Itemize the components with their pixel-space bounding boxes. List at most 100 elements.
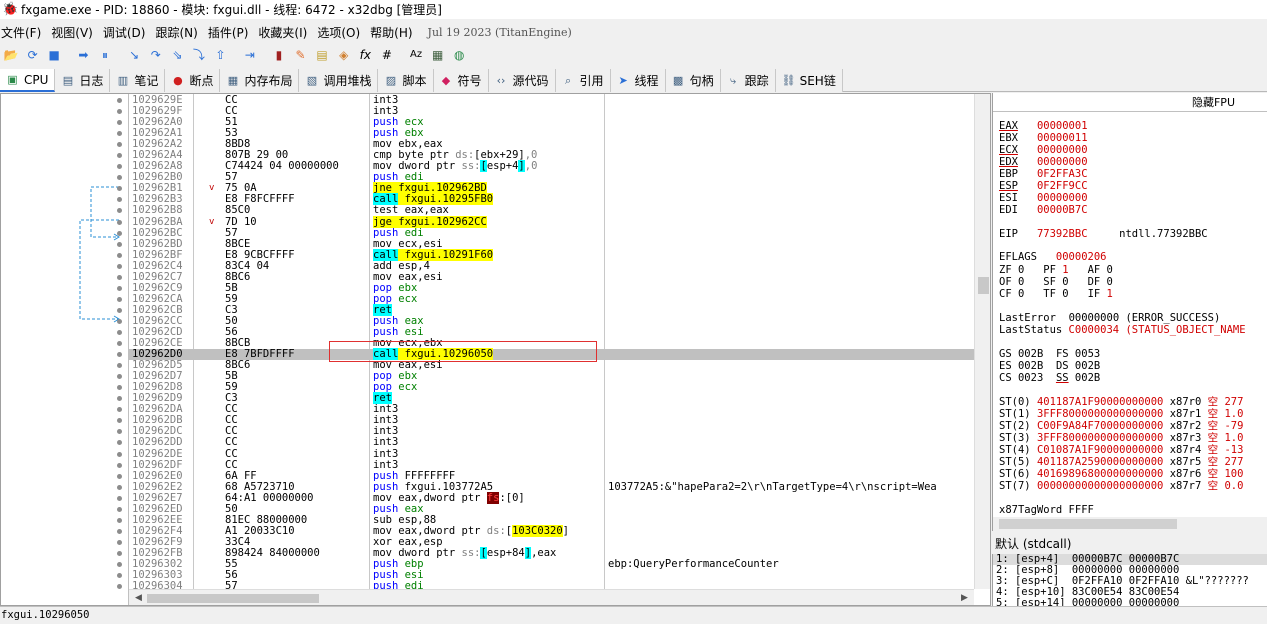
- breakpoint-dot[interactable]: [117, 517, 122, 523]
- breakpoint-dot[interactable]: [117, 307, 122, 313]
- breakpoint-dot[interactable]: [117, 341, 122, 347]
- disasm-row[interactable]: 102962DB CC int3: [117, 415, 974, 426]
- disasm-row[interactable]: 102962D7 5B pop ebx: [117, 371, 974, 382]
- menu-item[interactable]: 插件(P): [207, 24, 258, 41]
- scroll-thumb[interactable]: [999, 519, 1177, 529]
- breakpoint-dot[interactable]: [117, 296, 122, 302]
- registers-horizontal-scrollbar[interactable]: [993, 517, 1267, 531]
- step-into-icon[interactable]: ↘: [125, 46, 143, 64]
- run-icon[interactable]: ➡: [74, 46, 92, 64]
- tab-threads[interactable]: ➤ 线程: [610, 69, 666, 92]
- disasm-row[interactable]: 102962CC 50 push eax: [117, 315, 974, 327]
- menu-item[interactable]: 收藏夹(I): [257, 24, 316, 41]
- disasm-horizontal-scrollbar[interactable]: ◀ ▶: [129, 589, 974, 605]
- disasm-row[interactable]: 102962F4 A1 20033C10 mov eax,dword ptr ds:…: [117, 524, 974, 537]
- segment-row[interactable]: GS 002B FS 0053: [999, 349, 1113, 360]
- run-to-user-code-icon[interactable]: ⇥: [241, 46, 259, 64]
- breakpoint-dot[interactable]: [117, 462, 122, 468]
- disasm-row[interactable]: 1029629F CC int3: [117, 106, 974, 117]
- tab-trace[interactable]: ⤷ 跟踪: [720, 69, 776, 92]
- comment-icon[interactable]: ✎: [292, 46, 310, 64]
- breakpoint-dot[interactable]: [117, 528, 122, 534]
- register-esp[interactable]: ESP 0F2FF9CC: [999, 181, 1088, 192]
- calling-convention-selector[interactable]: 默认 (stdcall): [992, 535, 1267, 553]
- breakpoint-dot[interactable]: [117, 252, 122, 258]
- breakpoint-dot[interactable]: [117, 230, 122, 236]
- register-esi[interactable]: ESI 00000000: [999, 193, 1088, 204]
- tab-script[interactable]: ▨ 脚本: [378, 69, 434, 92]
- disasm-row[interactable]: 102962B8 85C0 test eax,eax: [117, 205, 974, 216]
- breakpoint-dot[interactable]: [117, 495, 122, 501]
- bookmark-icon[interactable]: ◈: [335, 46, 353, 64]
- tab-symbols[interactable]: ◆ 符号: [433, 69, 489, 92]
- scroll-thumb[interactable]: [147, 594, 319, 603]
- label-icon[interactable]: ▤: [313, 46, 331, 64]
- disasm-row[interactable]: 102962BA v 7D 10 jge fxgui.102962CC: [117, 215, 974, 228]
- register-ecx[interactable]: ECX 00000000: [999, 145, 1088, 156]
- disasm-row[interactable]: 102962E0 6A FF push FFFFFFFF: [117, 470, 974, 482]
- strings-icon[interactable]: Az: [407, 46, 425, 64]
- flags-row[interactable]: ZF 0 PF 1 AF 0: [999, 265, 1132, 276]
- register-eflags[interactable]: EFLAGS 00000206: [999, 252, 1106, 263]
- trace-over-icon[interactable]: ⤵: [190, 46, 208, 64]
- globe-icon[interactable]: ◍: [450, 46, 468, 64]
- disasm-row[interactable]: 10296302 55 push ebp ebp:QueryPerformanceCo…: [117, 558, 974, 570]
- breakpoint-dot[interactable]: [117, 573, 122, 579]
- tab-memory-map[interactable]: ▦ 内存布局: [220, 69, 300, 92]
- disasm-row[interactable]: 102962B3 E8 F8FCFFFF call fxgui.10295FB0: [117, 193, 974, 206]
- tab-call-stack[interactable]: ▧ 调用堆栈: [299, 69, 379, 92]
- hide-fpu-button[interactable]: 隐藏FPU: [993, 93, 1267, 112]
- breakpoint-dot[interactable]: [117, 550, 122, 556]
- breakpoint-dot[interactable]: [117, 506, 122, 512]
- breakpoint-dot[interactable]: [117, 274, 122, 280]
- disasm-row[interactable]: 102962A8 C74424 04 00000000 mov dword ptr …: [117, 160, 974, 173]
- disasm-row[interactable]: 102962DF CC int3: [117, 459, 974, 471]
- calculator-icon[interactable]: ▦: [429, 46, 447, 64]
- menu-item[interactable]: 调试(D): [102, 24, 155, 41]
- register-edx[interactable]: EDX 00000000: [999, 157, 1088, 168]
- tab-log[interactable]: ▤ 日志: [55, 69, 111, 92]
- breakpoint-dot[interactable]: [117, 263, 122, 269]
- breakpoint-dot[interactable]: [117, 484, 122, 490]
- register-eax[interactable]: EAX 00000001: [999, 121, 1088, 132]
- register-eip[interactable]: EIP 77392BBC ntdll.77392BBC: [999, 229, 1208, 240]
- scroll-right-icon[interactable]: ▶: [961, 593, 968, 603]
- fpu-register-row[interactable]: ST(7) 00000000000000000000 x87r7 空 0.0: [999, 481, 1243, 492]
- disasm-row[interactable]: 1029629E CC int3: [117, 95, 974, 106]
- breakpoint-dot[interactable]: [117, 219, 122, 225]
- tab-handles[interactable]: ▩ 句柄: [665, 69, 721, 92]
- disasm-row[interactable]: 102962A0 51 push ecx: [117, 117, 974, 128]
- fpu-register-row[interactable]: ST(5) 401187A2590000000000 x87r5 空 277: [999, 457, 1243, 468]
- fpu-register-row[interactable]: ST(2) C00F9A84F70000000000 x87r2 空 -79: [999, 421, 1243, 432]
- breakpoint-dot[interactable]: [117, 318, 122, 324]
- flags-row[interactable]: OF 0 SF 0 DF 0: [999, 277, 1132, 288]
- fpu-register-row[interactable]: ST(0) 401187A1F90000000000 x87r0 空 277: [999, 397, 1243, 408]
- hash-icon[interactable]: #: [378, 46, 396, 64]
- tab-cpu[interactable]: ▣ CPU: [0, 69, 56, 92]
- disasm-row[interactable]: 102962A1 53 push ebx: [117, 128, 974, 139]
- breakpoint-dot[interactable]: [117, 329, 122, 335]
- step-over-icon[interactable]: ↷: [147, 46, 165, 64]
- disasm-row[interactable]: 102962BD 8BCE mov ecx,esi: [117, 238, 974, 250]
- open-icon[interactable]: 📂: [2, 46, 20, 64]
- disasm-row[interactable]: 102962BC 57 push edi: [117, 227, 974, 239]
- breakpoint-dot[interactable]: [117, 285, 122, 291]
- menu-item[interactable]: 帮助(H): [369, 24, 421, 41]
- breakpoint-dot[interactable]: [117, 451, 122, 457]
- fpu-register-row[interactable]: ST(6) 40169896800000000000 x87r6 空 100: [999, 469, 1243, 480]
- disasm-vertical-scrollbar[interactable]: [974, 94, 990, 589]
- menu-item[interactable]: 跟踪(N): [154, 24, 206, 41]
- breakpoint-dot[interactable]: [117, 98, 122, 103]
- register-ebx[interactable]: EBX 00000011: [999, 133, 1088, 144]
- disasm-row[interactable]: 102962D9 C3 ret: [117, 392, 974, 405]
- disassembly-view[interactable]: 1029629E CC int3 1029629F CC int3 102962A0 51 pu…: [0, 93, 991, 606]
- disasm-row[interactable]: 102962DC CC int3: [117, 426, 974, 437]
- disasm-row[interactable]: 102962C7 8BC6 mov eax,esi: [117, 271, 974, 283]
- disasm-row[interactable]: 102962DD CC int3: [117, 437, 974, 448]
- arguments-panel[interactable]: 1: [esp+4] 00000B7C 00000B7C 2: [esp+8] 0…: [992, 554, 1267, 606]
- register-edi[interactable]: EDI 00000B7C: [999, 205, 1088, 216]
- pause-icon[interactable]: ⏸: [96, 46, 114, 64]
- function-icon[interactable]: fx: [356, 46, 374, 64]
- disasm-row[interactable]: 102962CD 56 push esi: [117, 326, 974, 338]
- breakpoint-dot[interactable]: [117, 561, 122, 567]
